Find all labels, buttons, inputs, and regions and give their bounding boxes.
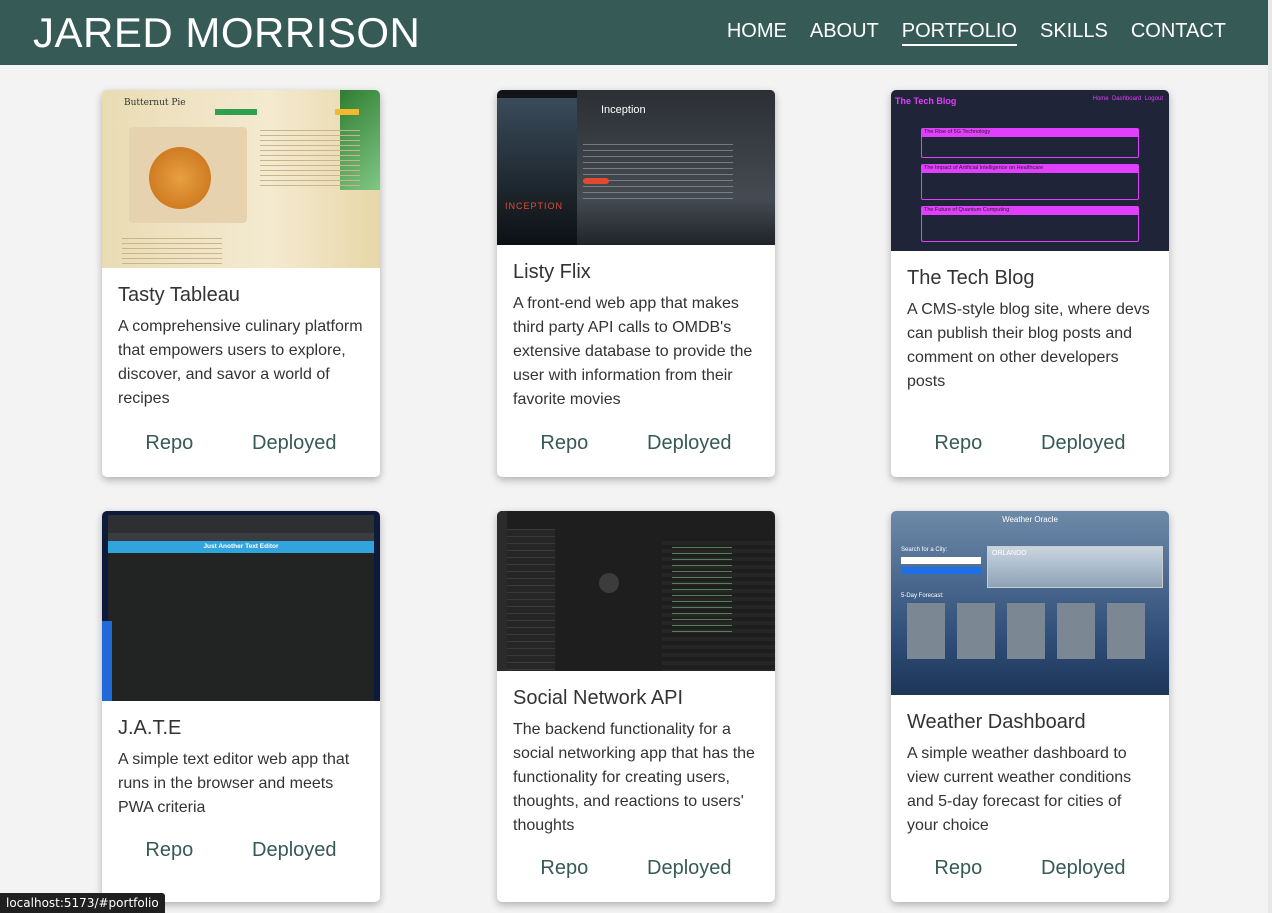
project-card-listy-flix: INCEPTION Inception Listy Flix A front-e…	[497, 90, 775, 477]
project-screenshot: Weather Oracle Search for a City: ORLAND…	[891, 511, 1169, 695]
card-description: A comprehensive culinary platform that e…	[118, 318, 363, 407]
project-card-tech-blog: The Tech Blog Home Dashboard Logout The …	[891, 90, 1169, 477]
nav-contact[interactable]: CONTACT	[1131, 20, 1226, 46]
repo-link[interactable]: Repo	[934, 432, 982, 455]
repo-link[interactable]: Repo	[540, 432, 588, 455]
site-header: JARED MORRISON HOME ABOUT PORTFOLIO SKIL…	[0, 0, 1272, 65]
thumb-forecast-label: 5-Day Forecast:	[901, 593, 944, 599]
card-title: Social Network API	[513, 687, 684, 709]
project-screenshot: The Tech Blog Home Dashboard Logout The …	[891, 90, 1169, 251]
card-title: Weather Dashboard	[907, 711, 1086, 733]
card-description: The backend functionality for a social n…	[513, 721, 755, 834]
thumb-heading: Just Another Text Editor	[203, 543, 279, 550]
card-description: A simple text editor web app that runs i…	[118, 751, 350, 816]
thumb-heading: The Tech Blog	[895, 96, 957, 106]
repo-link[interactable]: Repo	[145, 839, 193, 862]
thumb-search-label: Search for a City:	[901, 547, 948, 553]
repo-link[interactable]: Repo	[145, 432, 193, 455]
thumb-heading: Weather Oracle	[1002, 515, 1058, 524]
deployed-link[interactable]: Deployed	[647, 432, 732, 455]
card-description: A front-end web app that makes third par…	[513, 295, 753, 408]
nav-skills[interactable]: SKILLS	[1040, 20, 1108, 46]
thumb-nav: Home Dashboard Logout	[1092, 96, 1163, 102]
brand-name[interactable]: JARED MORRISON	[33, 9, 420, 57]
project-card-social-network-api: Social Network API The backend functiona…	[497, 511, 775, 902]
project-card-tasty-tableau: Butternut Pie Tasty Tableau A comprehens…	[102, 90, 380, 477]
project-card-weather-dashboard: Weather Oracle Search for a City: ORLAND…	[891, 511, 1169, 902]
thumb-post-title: The Impact of Artificial Intelligence on…	[922, 165, 1138, 173]
thumb-post-title: The Future of Quantum Computing	[922, 207, 1138, 215]
thumb-poster-title: INCEPTION	[505, 201, 564, 211]
deployed-link[interactable]: Deployed	[252, 432, 337, 455]
scrollbar[interactable]	[1268, 0, 1272, 913]
thumb-post-title: The Rise of 5G Technology	[922, 129, 1138, 137]
nav-about[interactable]: ABOUT	[810, 20, 879, 46]
deployed-link[interactable]: Deployed	[647, 857, 732, 880]
nav-portfolio[interactable]: PORTFOLIO	[901, 20, 1017, 46]
card-description: A simple weather dashboard to view curre…	[907, 745, 1132, 834]
thumb-city: ORLANDO	[992, 550, 1027, 557]
project-card-jate: Just Another Text Editor J.A.T.E A simpl…	[102, 511, 380, 902]
deployed-link[interactable]: Deployed	[1041, 857, 1126, 880]
deployed-link[interactable]: Deployed	[252, 839, 337, 862]
browser-status-bar: localhost:5173/#portfolio	[0, 893, 165, 913]
project-screenshot: Just Another Text Editor	[102, 511, 380, 701]
project-screenshot	[497, 511, 775, 671]
repo-link[interactable]: Repo	[540, 857, 588, 880]
deployed-link[interactable]: Deployed	[1041, 432, 1126, 455]
project-screenshot: Butternut Pie	[102, 90, 380, 268]
repo-link[interactable]: Repo	[934, 857, 982, 880]
card-title: Tasty Tableau	[118, 284, 240, 306]
card-title: Listy Flix	[513, 261, 591, 283]
main-nav: HOME ABOUT PORTFOLIO SKILLS CONTACT	[704, 20, 1226, 46]
card-description: A CMS-style blog site, where devs can pu…	[907, 301, 1150, 390]
card-title: The Tech Blog	[907, 267, 1035, 289]
thumb-heading: Inception	[601, 104, 646, 116]
nav-home[interactable]: HOME	[727, 20, 787, 46]
project-screenshot: INCEPTION Inception	[497, 90, 775, 245]
card-title: J.A.T.E	[118, 717, 182, 739]
thumb-heading: Butternut Pie	[124, 98, 186, 108]
